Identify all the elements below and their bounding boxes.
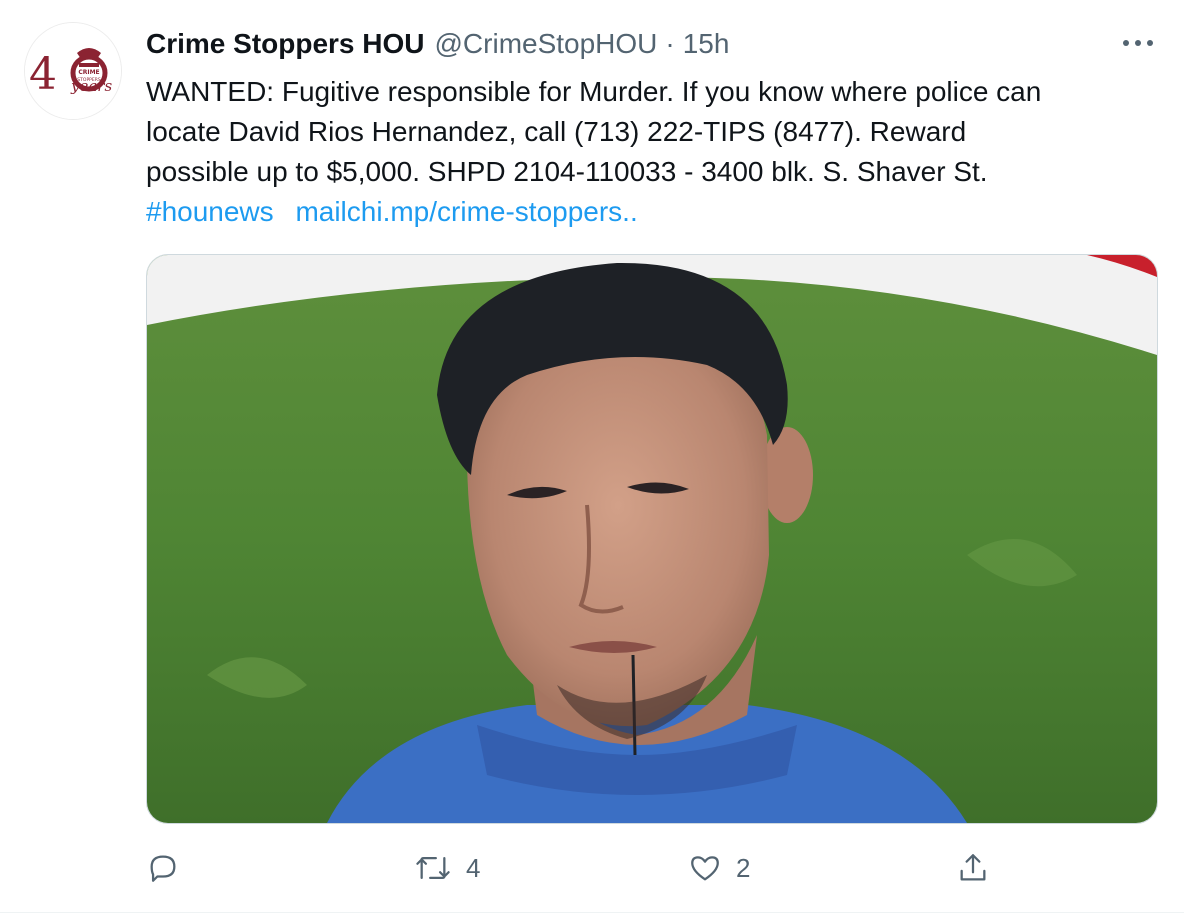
tweet-links-line: #hounews mailchi.mp/crime-stoppers..: [146, 192, 1156, 232]
retweet-button[interactable]: 4: [414, 840, 480, 896]
tweet-timestamp[interactable]: 15h: [683, 28, 730, 60]
like-icon: [691, 856, 719, 881]
share-button[interactable]: [956, 840, 990, 896]
like-button[interactable]: 2: [688, 840, 750, 896]
header-separator: ·: [665, 28, 675, 59]
svg-text:CRIME: CRIME: [78, 69, 99, 76]
more-icon: [1123, 40, 1153, 46]
retweet-icon: [416, 856, 450, 880]
url-link[interactable]: mailchi.mp/crime-stoppers..: [295, 196, 637, 227]
retweet-count: 4: [466, 852, 481, 883]
share-icon: [960, 854, 986, 881]
crime-stoppers-40-years-logo: 4 CRIME STOPPERS years: [25, 23, 121, 119]
tweet-text-line: WANTED: Fugitive responsible for Murder.…: [146, 76, 1042, 107]
author-handle[interactable]: @CrimeStopHOU: [435, 28, 658, 60]
tweet-text: WANTED: Fugitive responsible for Murder.…: [146, 72, 1156, 232]
divider: [0, 912, 1184, 913]
svg-text:years: years: [70, 77, 112, 95]
more-options-button[interactable]: [1118, 28, 1158, 58]
author-name[interactable]: Crime Stoppers HOU: [146, 28, 425, 60]
suspect-photo: [147, 255, 1157, 823]
tweet-actions: 4 2: [0, 840, 1184, 896]
avatar[interactable]: 4 CRIME STOPPERS years: [24, 22, 122, 120]
reply-button[interactable]: [146, 840, 194, 896]
like-count: 2: [736, 852, 751, 883]
tweet-photo[interactable]: [146, 254, 1158, 824]
tweet-text-line: locate David Rios Hernandez, call (713) …: [146, 116, 967, 147]
reply-icon: [150, 855, 176, 882]
tweet-card: 4 CRIME STOPPERS years Crime Stoppers HO…: [0, 0, 1184, 916]
tweet-header: Crime Stoppers HOU @CrimeStopHOU · 15h: [146, 24, 729, 64]
tweet-text-line: possible up to $5,000. SHPD 2104-110033 …: [146, 156, 988, 187]
hashtag-link[interactable]: #hounews: [146, 196, 274, 227]
svg-text:4: 4: [29, 49, 57, 100]
